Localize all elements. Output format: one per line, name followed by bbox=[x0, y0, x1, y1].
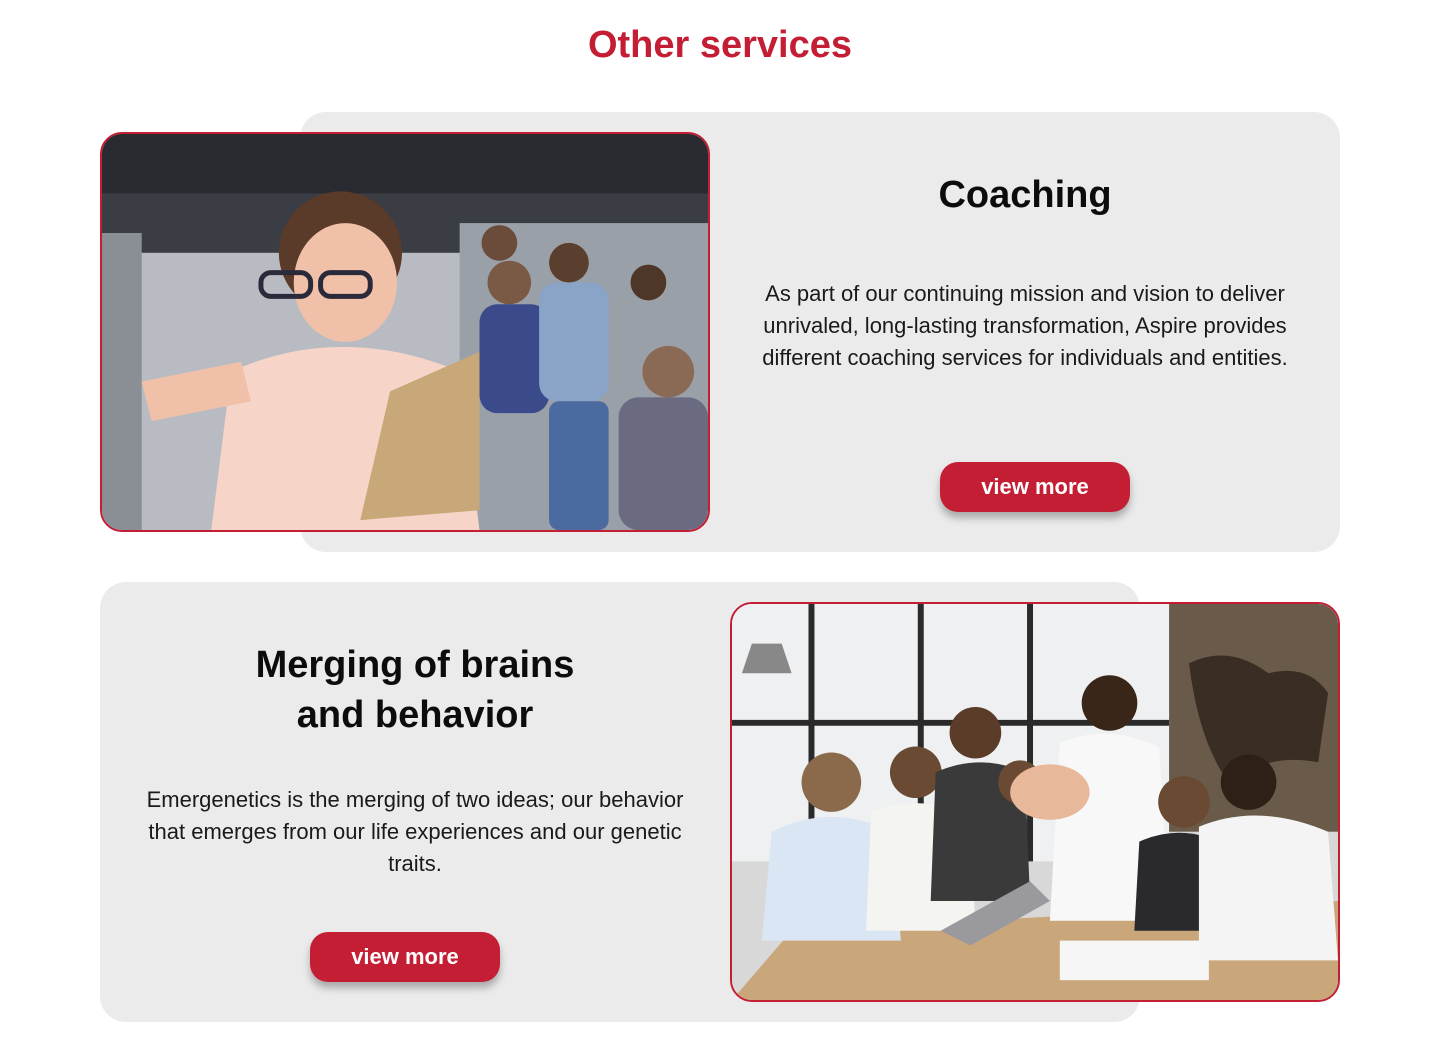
service-title: Merging of brains and behavior bbox=[255, 644, 575, 736]
section-title: Other services bbox=[587, 24, 853, 66]
coaching-photo bbox=[100, 132, 710, 532]
view-more-button[interactable]: view more bbox=[310, 932, 500, 982]
team-high-five-photo bbox=[730, 602, 1340, 1002]
service-title: Coaching bbox=[938, 174, 1112, 216]
view-more-button[interactable]: view more bbox=[940, 462, 1130, 512]
service-description: As part of our continuing mission and vi… bbox=[762, 281, 1288, 370]
coaching-text: Coaching As part of our continuing missi… bbox=[740, 170, 1310, 374]
service-description: Emergenetics is the merging of two ideas… bbox=[146, 787, 684, 876]
merging-text: Merging of brains and behavior Emergenet… bbox=[130, 640, 700, 880]
